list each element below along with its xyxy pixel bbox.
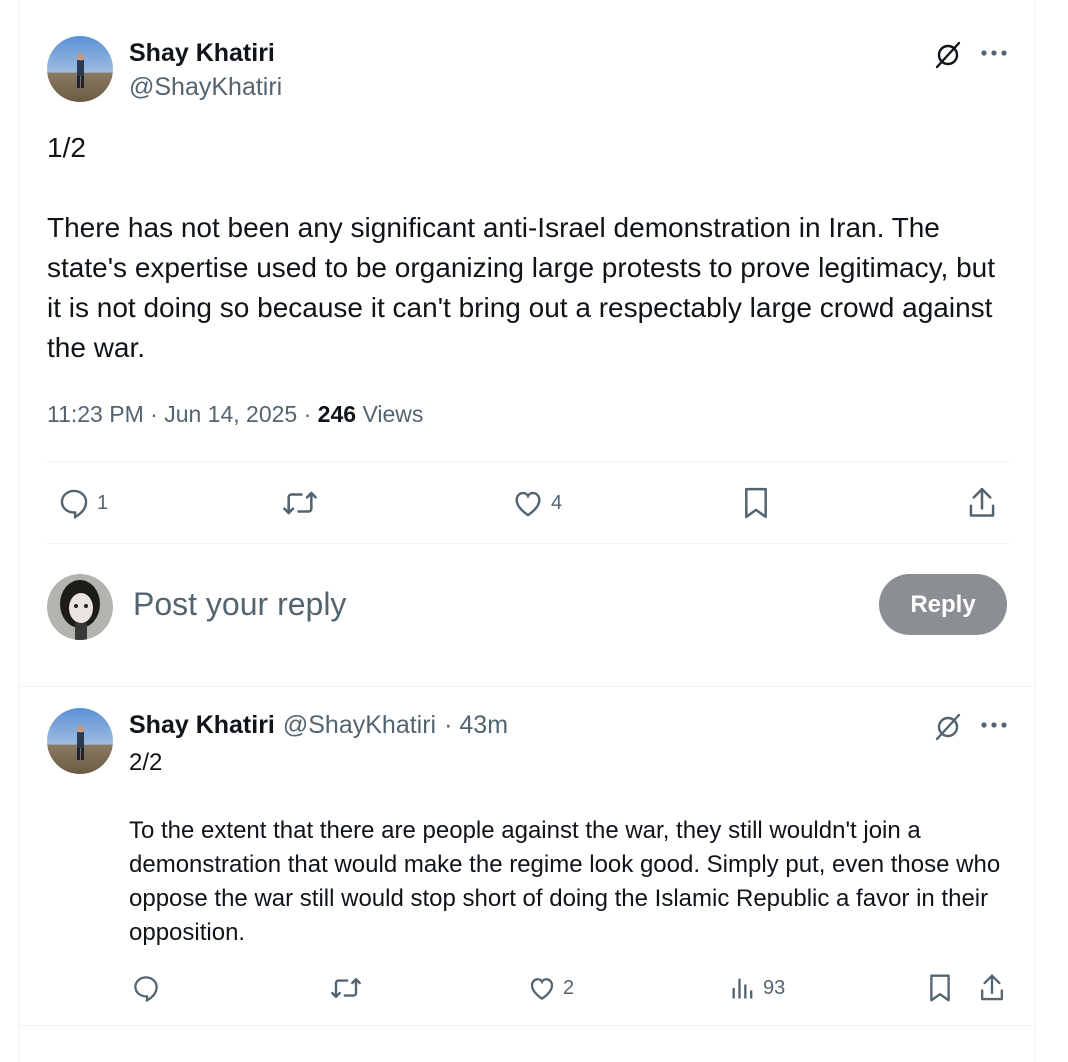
divider [19,686,1035,687]
bookmark-action[interactable] [739,485,773,521]
like-count: 4 [551,491,563,514]
reply-thread-index: 2/2 [129,749,163,776]
reply-input[interactable]: Post your reply [133,586,346,623]
reply-bookmark-action[interactable] [925,972,955,1004]
more-icon[interactable] [977,38,1011,68]
reply-views-action[interactable]: 93 [729,972,785,1004]
timeline-column: Shay Khatiri @ShayKhatiri 1/2 There has … [18,0,1036,1062]
views-label: Views [362,401,424,427]
divider [19,1025,1035,1026]
bookmark-icon [745,487,767,519]
retweet-action[interactable] [281,485,319,521]
reply-author-handle[interactable]: @ShayKhatiri [283,710,436,740]
reply-icon [134,976,158,1003]
reply-icon [60,489,88,520]
share-icon [969,487,995,517]
views-count: 246 [317,401,357,427]
reply-count: 1 [97,491,109,514]
reply-age[interactable]: · 43m [444,710,508,740]
retweet-icon [331,978,361,998]
reply-author-avatar[interactable] [47,708,113,774]
reply-retweet-action[interactable] [329,972,363,1004]
bookmark-icon [930,974,950,1002]
retweet-icon [283,491,317,515]
reply-views-count: 93 [763,976,786,999]
grok-icon[interactable] [931,38,965,72]
reply-post-text: To the extent that there are people agai… [129,817,1001,946]
like-icon [515,491,541,517]
reply-header: Shay Khatiri @ShayKhatiri · 43m [129,710,508,740]
reply-like-count: 2 [563,976,575,999]
grok-icon[interactable] [931,710,965,744]
more-icon[interactable] [977,710,1011,740]
like-icon [530,978,554,1000]
meta-separator: · [150,401,158,427]
meta-separator: · [303,401,312,427]
reply-button[interactable]: Reply [879,574,1007,635]
post-meta: 11:23 PM · Jun 14, 2025 · 246 Views [47,399,423,429]
share-action[interactable] [965,485,999,521]
reply-reply-action[interactable] [131,972,161,1004]
views-icon [732,978,753,999]
post-time[interactable]: 11:23 PM [47,401,144,427]
reply-like-action[interactable]: 2 [527,972,574,1004]
author-handle[interactable]: @ShayKhatiri [129,72,282,102]
reply-share-action[interactable] [977,972,1007,1004]
author-avatar[interactable] [47,36,113,102]
reply-author-name[interactable]: Shay Khatiri [129,710,275,740]
author-name[interactable]: Shay Khatiri [129,38,275,68]
divider [47,461,1009,462]
post-date[interactable]: Jun 14, 2025 [164,401,297,427]
like-action[interactable]: 4 [511,485,562,521]
reply-action[interactable]: 1 [57,485,108,521]
share-icon [980,974,1004,1001]
post-text: There has not been any significant anti-… [47,212,996,363]
thread-index: 1/2 [47,132,86,163]
divider [47,543,1009,544]
current-user-avatar[interactable] [47,574,113,640]
